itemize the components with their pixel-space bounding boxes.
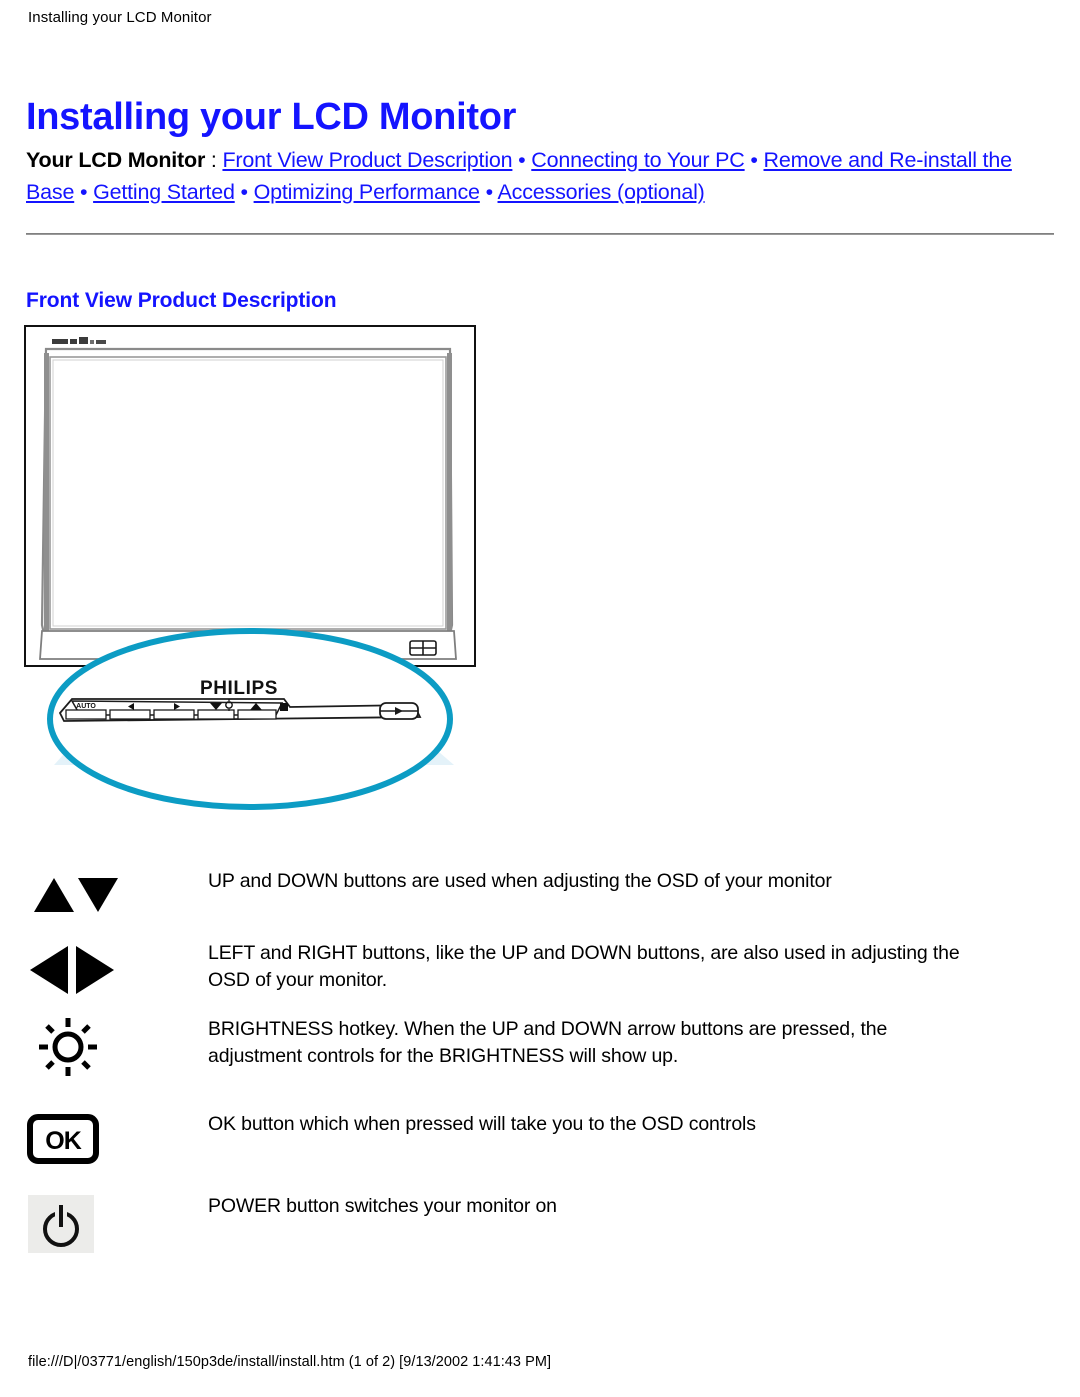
breadcrumb-lead: Your LCD Monitor bbox=[26, 148, 206, 172]
callout-button-right bbox=[153, 709, 195, 720]
running-header-title: Installing your LCD Monitor bbox=[28, 9, 212, 26]
nav-separator: • bbox=[512, 148, 532, 172]
monitor-screen-inner-line bbox=[52, 359, 444, 627]
nav-link-connecting-to-your-pc[interactable]: Connecting to Your PC bbox=[531, 148, 745, 172]
monitor-bezel-left-edge bbox=[44, 353, 49, 639]
callout-auto-label: AUTO bbox=[76, 703, 96, 710]
monitor-figure: PHILIPS PHILIPS bbox=[24, 325, 476, 848]
callout-button-left bbox=[109, 709, 151, 720]
power-button-icon bbox=[24, 1193, 120, 1263]
nav-separator: • bbox=[479, 180, 498, 204]
ok-button-icon: OK bbox=[24, 1111, 120, 1181]
legend-text: POWER button switches your monitor on bbox=[208, 1195, 557, 1217]
callout-button-down bbox=[197, 709, 235, 720]
nav-link-getting-started[interactable]: Getting Started bbox=[93, 180, 235, 204]
legend-text: OK button which when pressed will take y… bbox=[208, 1113, 756, 1135]
monitor-model-label bbox=[52, 337, 106, 344]
section-heading-front-view-product-description: Front View Product Description bbox=[26, 289, 337, 313]
horizontal-divider bbox=[26, 233, 1054, 235]
callout-button-auto bbox=[65, 709, 107, 720]
nav-link-optimizing-performance[interactable]: Optimizing Performance bbox=[254, 180, 480, 204]
nav-separator: • bbox=[234, 180, 254, 204]
callout-button-up bbox=[237, 709, 277, 720]
callout-ok-glyph bbox=[280, 703, 288, 711]
legend-text: LEFT and RIGHT buttons, like the UP and … bbox=[208, 942, 960, 991]
svg-text:OK: OK bbox=[45, 1127, 81, 1155]
breadcrumb-colon: : bbox=[205, 148, 223, 172]
nav-link-front-view-product-description[interactable]: Front View Product Description bbox=[222, 148, 512, 172]
legend-text: BRIGHTNESS hotkey. When the UP and DOWN … bbox=[208, 1018, 888, 1067]
left-right-arrows-icon bbox=[24, 940, 120, 1010]
monitor-power-indicator bbox=[409, 640, 437, 656]
legend-text: UP and DOWN buttons are used when adjust… bbox=[208, 870, 832, 892]
nav-link-accessories-optional[interactable]: Accessories (optional) bbox=[498, 180, 705, 204]
nav-separator: • bbox=[74, 180, 94, 204]
callout-power-key bbox=[379, 702, 419, 720]
nav-separator: • bbox=[744, 148, 764, 172]
breadcrumb-nav: Your LCD Monitor : Front View Product De… bbox=[26, 144, 1038, 208]
up-down-arrows-icon bbox=[24, 868, 120, 938]
page-title: Installing your LCD Monitor bbox=[26, 96, 517, 139]
monitor-bezel-right-edge bbox=[447, 353, 452, 639]
monitor-illustration: PHILIPS PHILIPS bbox=[39, 337, 457, 810]
footer-file-path: file:///D|/03771/english/150p3de/install… bbox=[28, 1354, 552, 1370]
callout-brand-logo: PHILIPS bbox=[200, 678, 278, 699]
brightness-icon bbox=[24, 1016, 120, 1086]
